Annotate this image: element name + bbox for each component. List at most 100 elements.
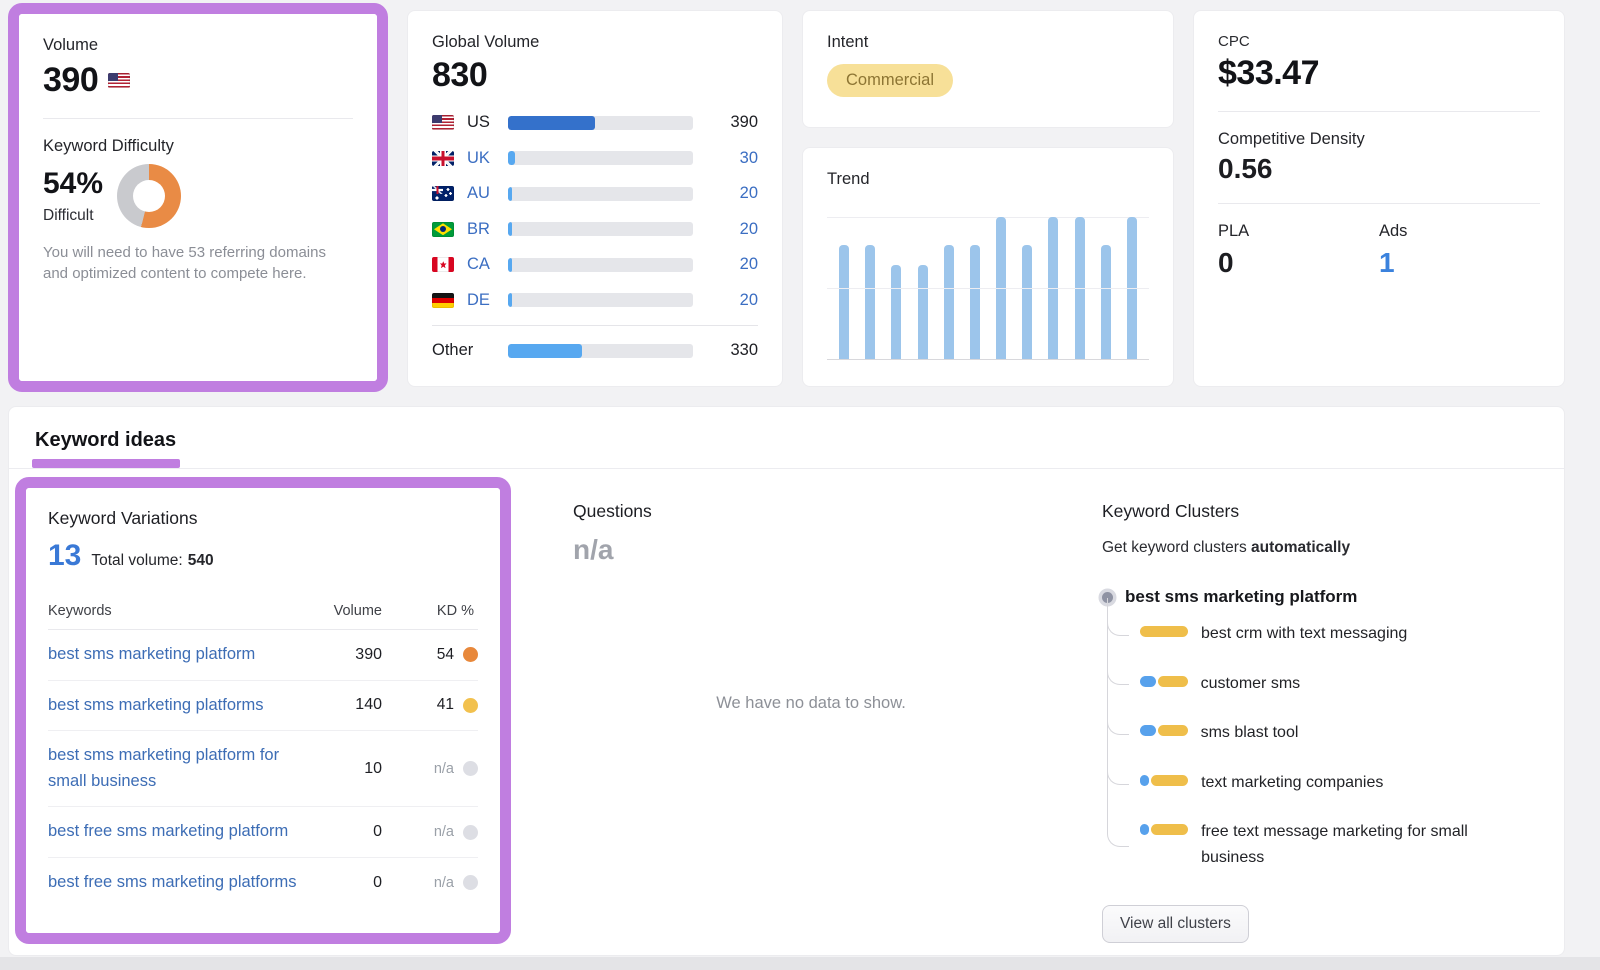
- questions-title: Questions: [573, 501, 1102, 522]
- cluster-pill-segment: [1158, 725, 1188, 736]
- trend-bar: [839, 245, 849, 359]
- au-flag-icon: [432, 186, 454, 201]
- trend-bar: [1101, 245, 1111, 359]
- cluster-item-label: sms blast tool: [1201, 720, 1299, 746]
- cpc-card: CPC $33.47 Competitive Density 0.56 PLA …: [1193, 10, 1565, 387]
- volume-bar: [508, 116, 693, 130]
- volume-bar: [508, 222, 693, 236]
- global-volume-row: US 390: [432, 105, 758, 141]
- intent-card: Intent Commercial: [802, 10, 1174, 128]
- volume-bar: [508, 258, 693, 272]
- country-code-link[interactable]: UK: [467, 149, 499, 168]
- cluster-item-label: best crm with text messaging: [1201, 621, 1407, 647]
- keyword-difficulty-donut-chart: [117, 164, 181, 228]
- other-volume: 330: [702, 341, 758, 360]
- cluster-pill: [1140, 824, 1188, 835]
- trend-chart: [827, 217, 1149, 360]
- questions-value: n/a: [573, 534, 1102, 566]
- cluster-item: best crm with text messaging: [1107, 609, 1544, 659]
- country-volume-link[interactable]: 20: [702, 184, 758, 203]
- ca-flag-icon: [432, 257, 454, 272]
- trend-bar: [970, 245, 980, 359]
- global-volume-value: 830: [432, 56, 758, 95]
- trend-bar: [918, 265, 928, 359]
- total-volume-value: 540: [188, 552, 214, 569]
- country-code-link[interactable]: CA: [467, 255, 499, 274]
- volume-cell: 0: [326, 874, 382, 892]
- cluster-root-label: best sms marketing platform: [1125, 587, 1357, 607]
- annotation-underline: [32, 459, 180, 468]
- global-volume-card: Global Volume 830 US 390 UK 30: [407, 10, 783, 387]
- keyword-clusters-title: Keyword Clusters: [1102, 501, 1544, 522]
- de-flag-icon: [432, 293, 454, 308]
- divider: [43, 118, 353, 119]
- view-all-clusters-button[interactable]: View all clusters: [1102, 905, 1249, 943]
- volume-cell: 0: [326, 823, 382, 841]
- country-volume-link[interactable]: 30: [702, 149, 758, 168]
- volume-bar: [508, 187, 693, 201]
- intent-badge: Commercial: [827, 64, 953, 97]
- cluster-pill: [1140, 626, 1188, 637]
- cpc-label: CPC: [1218, 33, 1540, 50]
- keyword-variations-title: Keyword Variations: [48, 508, 478, 529]
- kd-dot-icon: [463, 761, 478, 776]
- volume-value: 390: [43, 61, 98, 100]
- keyword-link[interactable]: best sms marketing platforms: [48, 693, 320, 719]
- keyword-overview-page: Volume 390 Keyword Difficulty 54% Diffic…: [0, 0, 1600, 956]
- trend-bar: [996, 217, 1006, 359]
- cluster-item-label: customer sms: [1201, 671, 1301, 697]
- kd-dot-icon: [463, 875, 478, 890]
- cpc-value: $33.47: [1218, 54, 1540, 93]
- table-row: best sms marketing platform for small bu…: [48, 731, 478, 807]
- country-volume-link[interactable]: 20: [702, 255, 758, 274]
- uk-flag-icon: [432, 151, 454, 166]
- country-code-link[interactable]: BR: [467, 220, 499, 239]
- divider: [1218, 111, 1540, 112]
- cluster-item-label: free text message marketing for small bu…: [1201, 819, 1531, 870]
- keyword-link[interactable]: best free sms marketing platform: [48, 819, 320, 845]
- ads-label: Ads: [1379, 222, 1540, 241]
- trend-bar: [1127, 217, 1137, 359]
- global-volume-row: DE 20: [432, 283, 758, 319]
- kd-cell: 54: [437, 646, 454, 664]
- column-header-keywords[interactable]: Keywords: [48, 603, 320, 619]
- ads-value[interactable]: 1: [1379, 247, 1540, 279]
- keyword-ideas-header: Keyword ideas: [9, 407, 1564, 469]
- country-volume-link[interactable]: 20: [702, 291, 758, 310]
- cluster-item: text marketing companies: [1107, 758, 1544, 808]
- trend-bar: [1075, 217, 1085, 359]
- volume-cell: 140: [326, 696, 382, 714]
- trend-bar: [1022, 245, 1032, 359]
- competitive-density-value: 0.56: [1218, 153, 1540, 185]
- keyword-variations-table: Keywords Volume KD % best sms marketing …: [48, 595, 478, 907]
- country-code-link[interactable]: AU: [467, 184, 499, 203]
- cluster-pill-segment: [1140, 824, 1149, 835]
- keyword-link[interactable]: best sms marketing platform for small bu…: [48, 743, 320, 794]
- divider: [1218, 203, 1540, 204]
- country-volume: 390: [702, 113, 758, 132]
- kd-dot-icon: [463, 647, 478, 662]
- trend-bar: [865, 245, 875, 359]
- global-volume-row: AU 20: [432, 176, 758, 212]
- keyword-ideas-title: Keyword ideas: [35, 429, 176, 451]
- variations-count: 13: [48, 539, 81, 573]
- cluster-pill-segment: [1140, 676, 1156, 687]
- country-code-link[interactable]: DE: [467, 291, 499, 310]
- ads-block: Ads 1: [1379, 222, 1540, 279]
- keyword-difficulty-label: Keyword Difficulty: [43, 137, 353, 156]
- kd-cell: n/a: [434, 824, 454, 840]
- cluster-children: best crm with text messaging customer sm…: [1107, 609, 1544, 883]
- viewport-bottom-edge: [0, 957, 1600, 970]
- country-volume-link[interactable]: 20: [702, 220, 758, 239]
- column-header-kd[interactable]: KD %: [388, 603, 478, 619]
- keyword-link[interactable]: best sms marketing platform: [48, 642, 320, 668]
- cluster-pill-segment: [1140, 775, 1149, 786]
- table-row: best free sms marketing platform 0 n/a: [48, 807, 478, 858]
- keyword-difficulty-qualifier: Difficult: [43, 207, 103, 225]
- column-header-volume[interactable]: Volume: [326, 603, 382, 619]
- cluster-pill: [1140, 775, 1188, 786]
- intent-trend-column: Intent Commercial Trend: [802, 10, 1174, 387]
- competitive-density-label: Competitive Density: [1218, 130, 1540, 149]
- keyword-link[interactable]: best free sms marketing platforms: [48, 870, 320, 896]
- pla-value: 0: [1218, 247, 1379, 279]
